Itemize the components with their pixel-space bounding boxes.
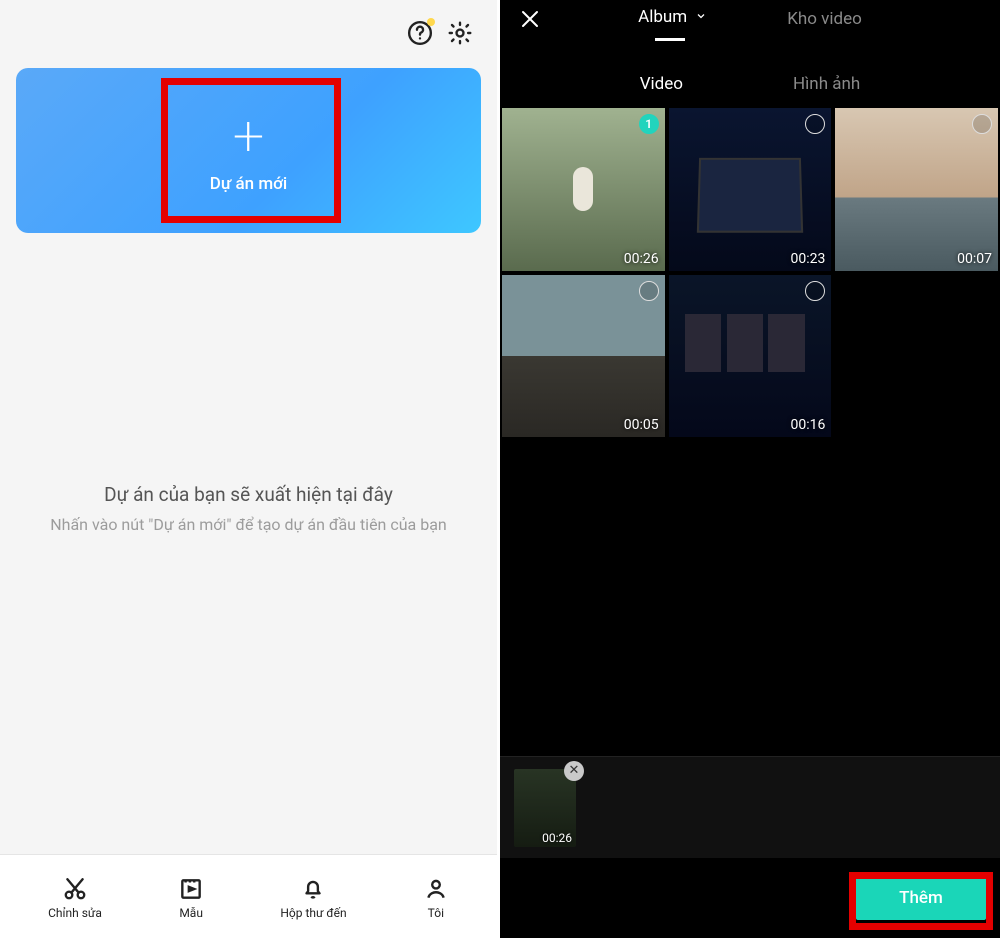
bottom-nav: Chỉnh sửa Mẫu Hộp thư đến Tôi: [0, 854, 497, 938]
sub-tabs: Video Hình ảnh: [500, 74, 1000, 94]
picker-header: Album Kho video: [500, 0, 1000, 36]
selected-duration: 00:26: [542, 831, 572, 845]
nav-label: Chỉnh sửa: [48, 906, 102, 920]
video-duration: 00:07: [957, 251, 992, 267]
close-icon[interactable]: [518, 7, 542, 31]
select-indicator[interactable]: 1: [639, 114, 659, 134]
selected-media-bar: 00:26 ✕: [500, 756, 1000, 858]
bell-icon: [300, 876, 326, 902]
selected-thumb[interactable]: 00:26 ✕: [514, 769, 576, 847]
gear-icon[interactable]: [447, 20, 473, 46]
scissors-icon: [62, 876, 88, 902]
tab-library[interactable]: Kho video: [787, 9, 862, 29]
tab-label: Kho video: [787, 9, 862, 29]
nav-edit[interactable]: Chỉnh sửa: [48, 876, 102, 920]
empty-state-title: Dự án của bạn sẽ xuất hiện tại đây: [104, 483, 393, 506]
header-tabs: Album Kho video: [542, 7, 958, 31]
tutorial-highlight-add: [849, 872, 993, 930]
new-project-button[interactable]: + Dự án mới: [16, 68, 481, 233]
help-icon[interactable]: [407, 20, 433, 46]
subtab-video[interactable]: Video: [640, 74, 683, 94]
nav-me[interactable]: Tôi: [423, 876, 449, 920]
person-icon: [423, 876, 449, 902]
grid-spacer: [500, 439, 1000, 756]
video-thumb[interactable]: 1 00:26: [502, 108, 665, 271]
video-grid: 1 00:26 00:23 00:07 00:05 00:16: [500, 106, 1000, 439]
home-screen: + Dự án mới Dự án của bạn sẽ xuất hiện t…: [0, 0, 497, 938]
chevron-down-icon: [695, 7, 707, 27]
remove-selection-icon[interactable]: ✕: [564, 761, 584, 781]
select-indicator[interactable]: [972, 114, 992, 134]
video-duration: 00:26: [624, 251, 659, 267]
video-duration: 00:05: [624, 417, 659, 433]
media-picker-screen: Album Kho video Video Hình ảnh 1 00:26 0…: [497, 0, 1000, 938]
video-thumb[interactable]: 00:23: [669, 108, 832, 271]
tab-label: Album: [638, 7, 687, 27]
video-thumb[interactable]: 00:16: [669, 275, 832, 438]
video-duration: 00:23: [790, 251, 825, 267]
tab-album[interactable]: Album: [638, 7, 707, 31]
nav-inbox[interactable]: Hộp thư đến: [280, 876, 346, 920]
active-tab-underline: [655, 38, 685, 41]
nav-label: Mẫu: [179, 906, 203, 920]
nav-label: Tôi: [428, 906, 444, 920]
select-indicator[interactable]: [805, 281, 825, 301]
add-bar: Thêm: [500, 858, 1000, 938]
nav-label: Hộp thư đến: [280, 906, 346, 920]
empty-state-subtitle: Nhấn vào nút "Dự án mới" để tạo dự án đầ…: [50, 514, 447, 536]
select-indicator[interactable]: [805, 114, 825, 134]
subtab-image[interactable]: Hình ảnh: [793, 74, 860, 94]
empty-state: Dự án của bạn sẽ xuất hiện tại đây Nhấn …: [0, 233, 497, 854]
video-thumb[interactable]: 00:07: [835, 108, 998, 271]
nav-templates[interactable]: Mẫu: [178, 876, 204, 920]
tutorial-highlight-new-project: [161, 78, 341, 223]
template-icon: [178, 876, 204, 902]
notification-dot: [427, 18, 435, 26]
video-thumb[interactable]: 00:05: [502, 275, 665, 438]
select-indicator[interactable]: [639, 281, 659, 301]
video-duration: 00:16: [790, 417, 825, 433]
left-header: [0, 0, 497, 52]
